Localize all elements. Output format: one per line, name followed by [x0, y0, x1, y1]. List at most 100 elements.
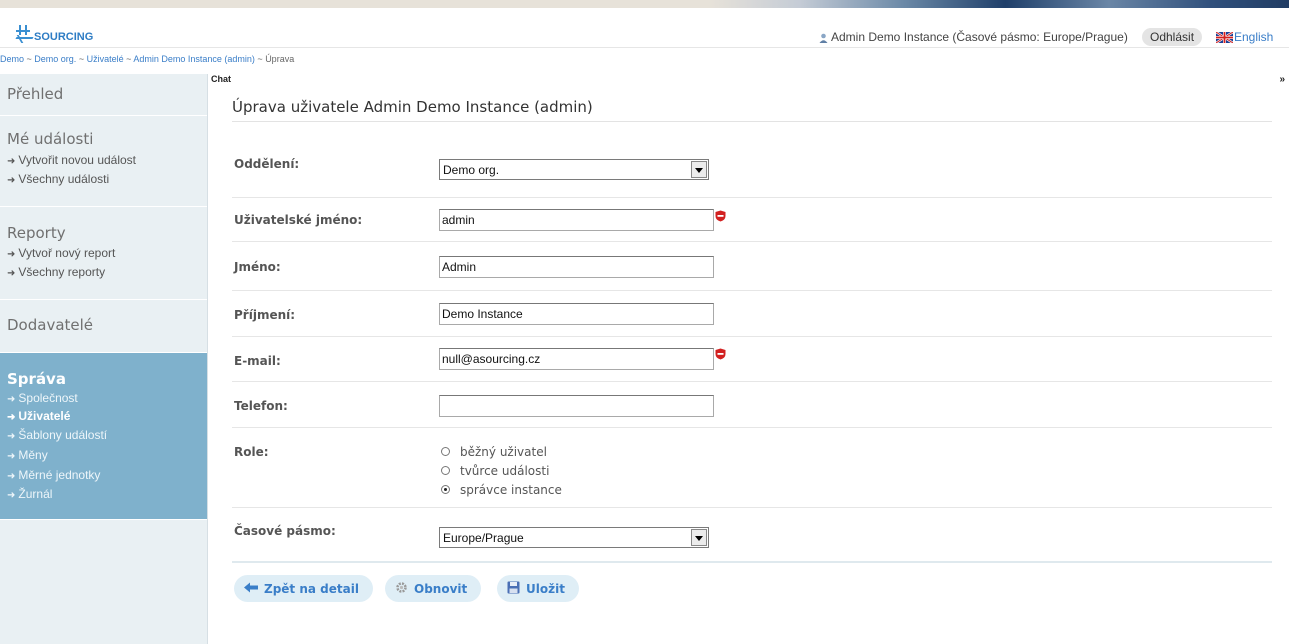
- sidebar-link-currencies[interactable]: ➜ Měny: [0, 446, 207, 466]
- header-banner: [0, 0, 1289, 8]
- chevron-down-icon[interactable]: [691, 529, 707, 546]
- logout-button[interactable]: Odhlásit: [1142, 28, 1203, 46]
- divider: [232, 561, 1272, 563]
- user-info[interactable]: Admin Demo Instance (Časové pásmo: Europ…: [819, 30, 1128, 44]
- sidebar-section-suppliers: Dodavatelé: [0, 300, 207, 353]
- sidebar-section-events: Mé události ➜ Vytvořit novou událost ➜ Vše…: [0, 116, 207, 207]
- phone-input[interactable]: [439, 395, 714, 417]
- sidebar-link-label: Uživatelé: [18, 409, 71, 423]
- user-info-text: Admin Demo Instance (Časové pásmo: Europ…: [831, 30, 1128, 44]
- sidebar-link-label: Všechny události: [18, 172, 110, 186]
- role-option-instance-admin[interactable]: správce instance: [441, 481, 562, 498]
- last-name-label: Příjmení:: [234, 308, 296, 322]
- role-option-event-creator[interactable]: tvůrce události: [441, 462, 549, 479]
- sidebar-link-company[interactable]: ➜ Společnost: [0, 390, 207, 408]
- department-select[interactable]: Demo org.: [439, 159, 709, 180]
- breadcrumb-current: Úprava: [265, 54, 295, 64]
- breadcrumb-item[interactable]: Admin Demo Instance (admin): [133, 54, 255, 64]
- breadcrumb-separator: ~: [76, 54, 87, 64]
- sidebar-item-overview[interactable]: Přehled: [0, 85, 207, 103]
- chat-toggle-icon[interactable]: »: [1279, 74, 1285, 85]
- app-header: SOURCING Admin Demo Instance (Časové pás…: [0, 8, 1289, 48]
- arrow-right-icon: ➜: [7, 268, 16, 279]
- sidebar: Přehled Mé události ➜ Vytvořit novou udál…: [0, 74, 208, 644]
- logo[interactable]: SOURCING: [15, 23, 93, 43]
- sidebar-link-create-event[interactable]: ➜ Vytvořit novou událost: [0, 151, 207, 171]
- arrow-left-icon: [244, 582, 258, 596]
- email-label: E-mail:: [234, 354, 281, 368]
- sidebar-section-reports: Reporty ➜ Vytvoř nový report ➜ Všechny rep…: [0, 207, 207, 300]
- arrow-right-icon: ➜: [7, 156, 16, 167]
- sidebar-link-label: Měrné jednotky: [18, 468, 101, 482]
- chevron-down-icon[interactable]: [691, 161, 707, 178]
- form-row-department: Oddělení: Demo org.: [232, 147, 1272, 198]
- logo-mark-icon: [15, 24, 34, 43]
- arrow-right-icon: ➜: [7, 394, 16, 405]
- uk-flag-icon: [1216, 31, 1233, 43]
- breadcrumb-separator: ~: [24, 54, 35, 64]
- chat-label[interactable]: Chat: [211, 74, 231, 84]
- chat-bar: Chat »: [208, 74, 1289, 87]
- form-row-phone: Telefon:: [232, 382, 1272, 428]
- save-button[interactable]: Uložit: [497, 575, 579, 602]
- role-option-label: správce instance: [460, 482, 562, 497]
- sidebar-link-users[interactable]: ➜ Uživatelé: [0, 408, 207, 426]
- form-row-first-name: Jméno:: [232, 242, 1272, 291]
- arrow-right-icon: ➜: [7, 249, 16, 260]
- sidebar-link-journal[interactable]: ➜ Žurnál: [0, 486, 207, 504]
- sidebar-link-label: Vytvoř nový report: [18, 246, 116, 260]
- breadcrumb-item[interactable]: Demo org.: [34, 54, 76, 64]
- sidebar-section-admin: Správa ➜ Společnost ➜ Uživatelé ➜ Šablony u…: [0, 353, 207, 520]
- timezone-select-value: Europe/Prague: [443, 531, 524, 545]
- required-icon: [715, 210, 726, 222]
- refresh-label: Obnovit: [414, 581, 468, 596]
- breadcrumb-separator: ~: [254, 54, 266, 64]
- form-row-role: Role: běžný uživatel tvůrce události spr…: [232, 428, 1272, 508]
- radio-button[interactable]: [441, 466, 450, 475]
- arrow-right-icon: ➜: [7, 431, 16, 442]
- sidebar-heading-admin[interactable]: Správa: [0, 370, 207, 388]
- divider: [232, 121, 1272, 122]
- sidebar-link-label: Měny: [18, 448, 48, 462]
- form-row-username: Uživatelské jméno:: [232, 198, 1272, 242]
- breadcrumb: Demo ~ Demo org. ~ Uživatelé ~ Admin Dem…: [0, 54, 294, 64]
- radio-button[interactable]: [441, 447, 450, 456]
- sidebar-section-overview: Přehled: [0, 74, 207, 116]
- first-name-input[interactable]: [439, 256, 714, 278]
- arrow-right-icon: ➜: [7, 412, 16, 423]
- language-label: English: [1234, 30, 1274, 44]
- role-option-label: tvůrce události: [460, 463, 550, 478]
- role-option-regular-user[interactable]: běžný uživatel: [441, 443, 547, 460]
- sidebar-link-all-events[interactable]: ➜ Všechny události: [0, 171, 207, 189]
- sidebar-heading-events[interactable]: Mé události: [0, 130, 207, 148]
- role-label: Role:: [234, 445, 269, 459]
- form-row-last-name: Příjmení:: [232, 291, 1272, 337]
- breadcrumb-item[interactable]: Demo: [0, 54, 24, 64]
- form-row-email: E-mail:: [232, 337, 1272, 382]
- save-label: Uložit: [526, 581, 565, 596]
- sidebar-link-label: Šablony událostí: [18, 428, 108, 442]
- breadcrumb-separator: ~: [123, 54, 134, 64]
- timezone-select[interactable]: Europe/Prague: [439, 527, 709, 548]
- breadcrumb-item[interactable]: Uživatelé: [87, 54, 124, 64]
- sidebar-link-event-templates[interactable]: ➜ Šablony událostí: [0, 426, 207, 446]
- last-name-input[interactable]: [439, 303, 714, 325]
- required-icon: [715, 348, 726, 360]
- gear-icon: [395, 581, 408, 597]
- back-to-detail-button[interactable]: Zpět na detail: [234, 575, 373, 602]
- first-name-label: Jméno:: [234, 260, 281, 274]
- sidebar-link-all-reports[interactable]: ➜ Všechny reporty: [0, 263, 207, 283]
- timezone-label: Časové pásmo:: [234, 524, 336, 538]
- language-switcher[interactable]: English: [1216, 30, 1273, 44]
- sidebar-heading-reports[interactable]: Reporty: [0, 224, 207, 242]
- sidebar-link-units[interactable]: ➜ Měrné jednotky: [0, 466, 207, 486]
- refresh-button[interactable]: Obnovit: [385, 575, 482, 602]
- arrow-right-icon: ➜: [7, 471, 16, 482]
- username-input[interactable]: [439, 209, 714, 231]
- radio-button-selected[interactable]: [441, 485, 450, 494]
- sidebar-item-suppliers[interactable]: Dodavatelé: [0, 316, 207, 334]
- sidebar-link-create-report[interactable]: ➜ Vytvoř nový report: [0, 245, 207, 263]
- sidebar-link-label: Vytvořit novou událost: [18, 153, 137, 167]
- email-input[interactable]: [439, 348, 714, 370]
- phone-label: Telefon:: [234, 399, 288, 413]
